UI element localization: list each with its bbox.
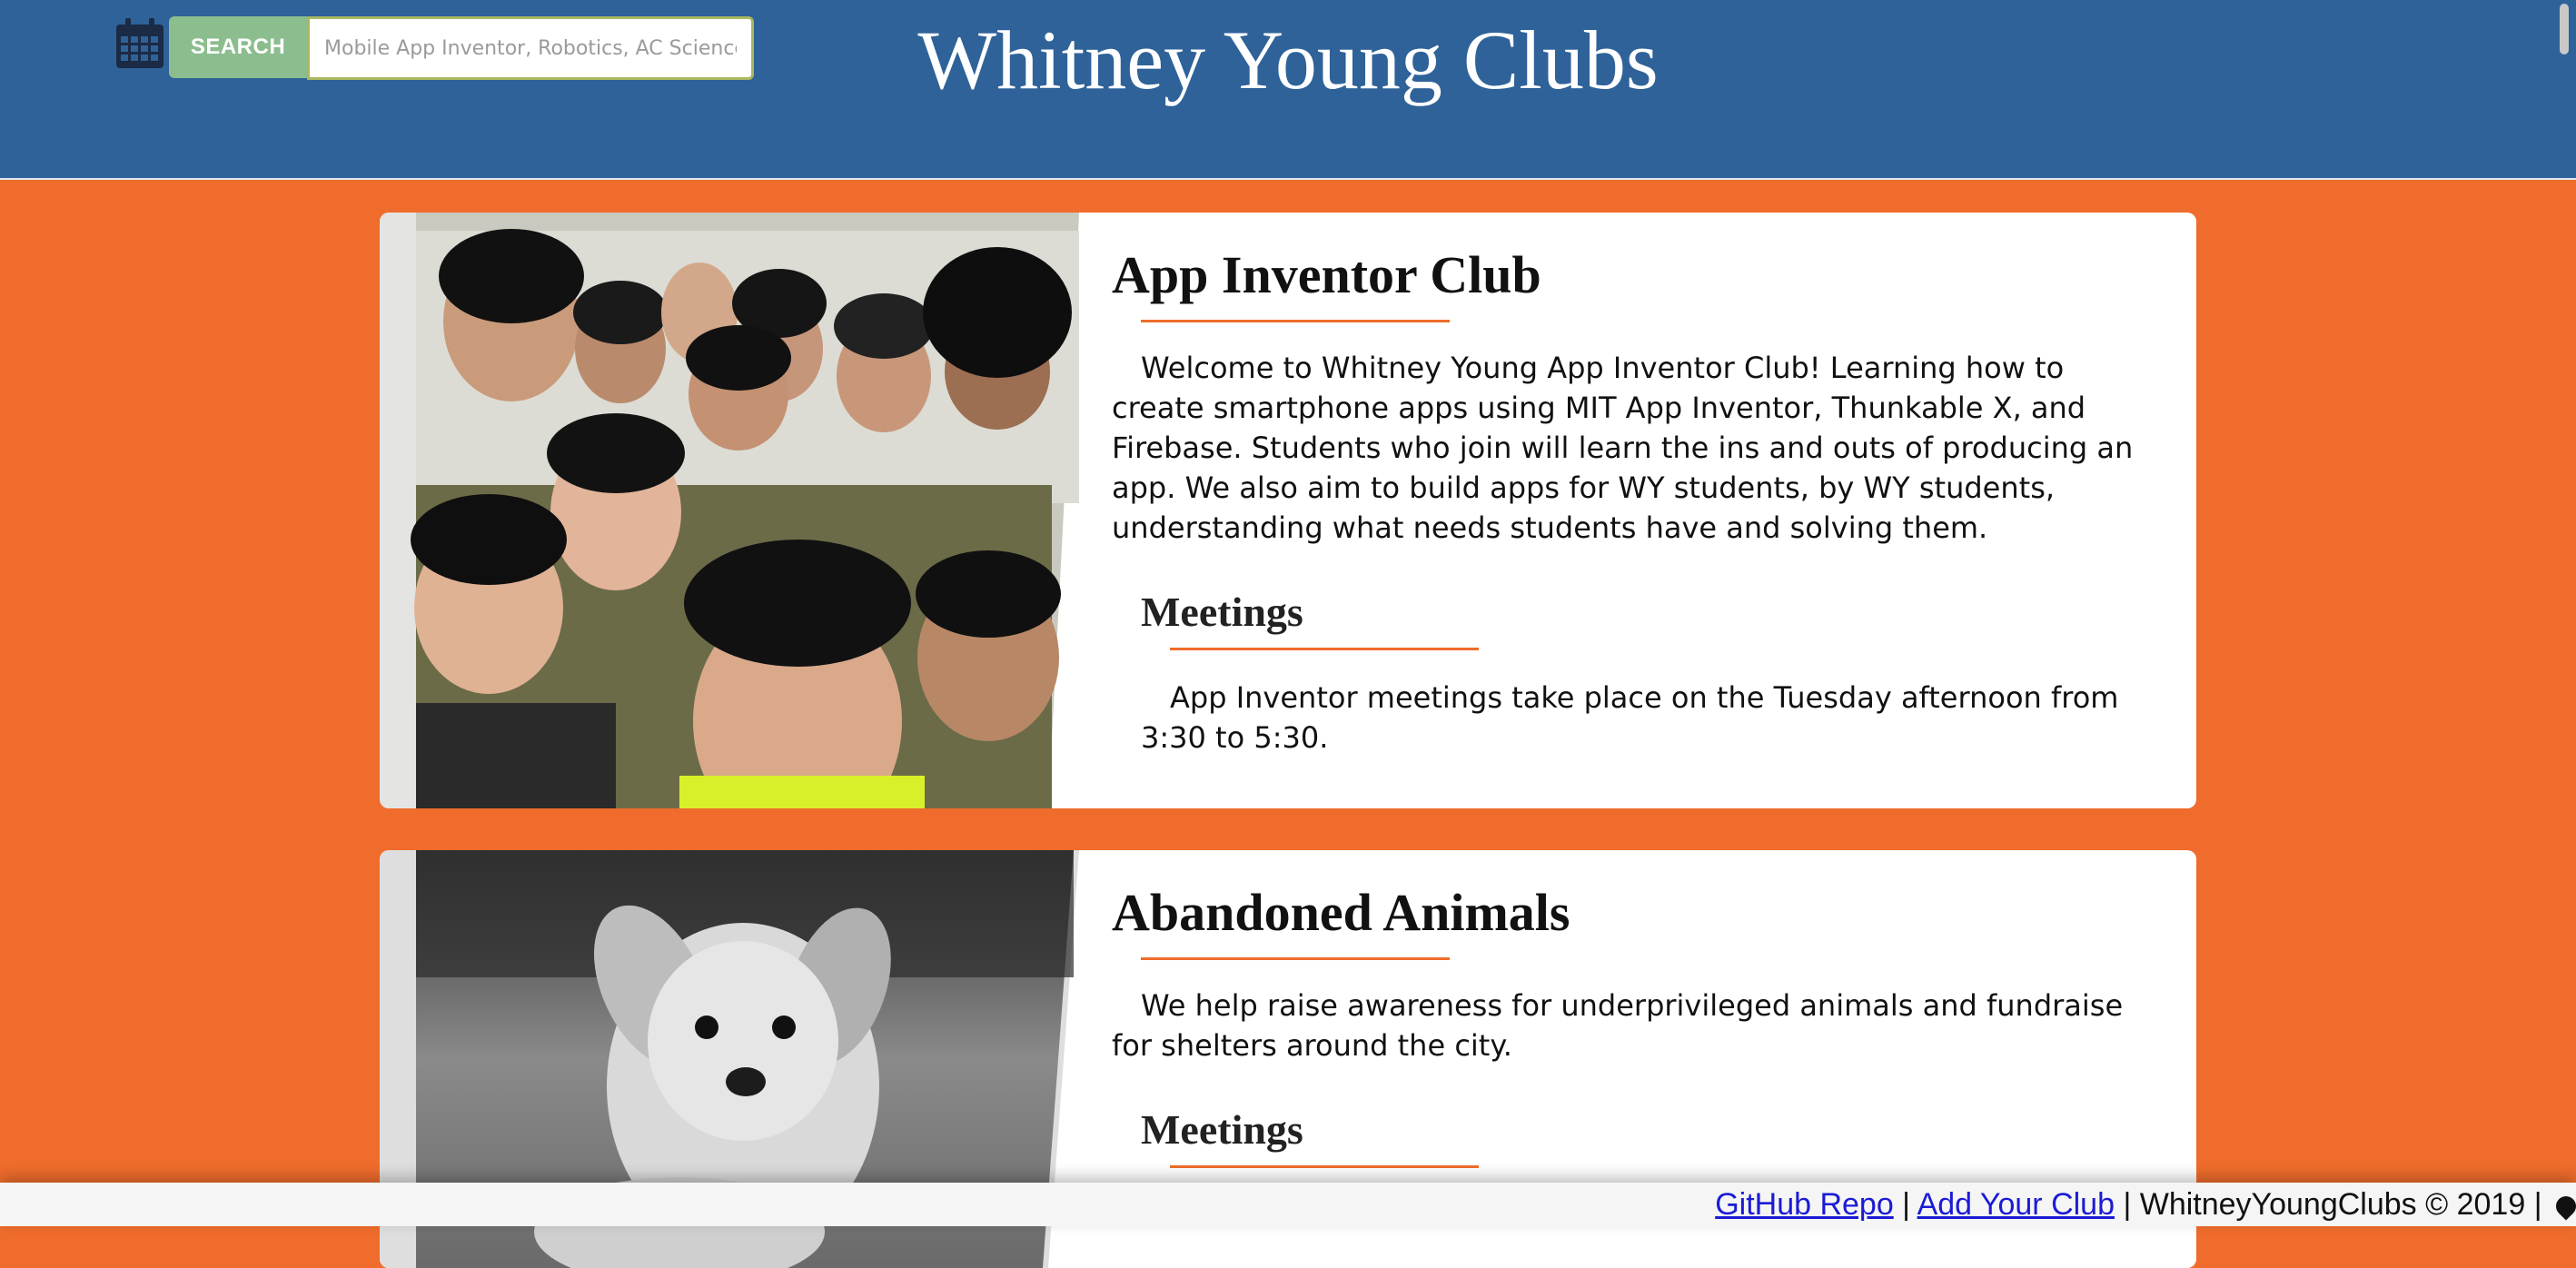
- scrollbar-thumb[interactable]: [2560, 4, 2569, 54]
- footer-separator: |: [2115, 1187, 2140, 1222]
- copyright-text: WhitneyYoungClubs © 2019: [2139, 1187, 2526, 1222]
- site-header: SEARCH Whitney Young Clubs: [0, 0, 2576, 180]
- footer-separator: |: [1893, 1187, 1917, 1222]
- add-club-link[interactable]: Add Your Club: [1917, 1187, 2115, 1222]
- meetings-heading: Meetings: [1141, 589, 1303, 635]
- title-divider: [1141, 320, 1450, 322]
- club-title: App Inventor Club: [1112, 245, 1541, 304]
- meetings-text: App Inventor meetings take place on the …: [1141, 680, 2119, 755]
- club-description: We help raise awareness for underprivile…: [1112, 988, 2124, 1063]
- club-description: Welcome to Whitney Young App Inventor Cl…: [1112, 351, 2134, 545]
- club-details: App Inventor Club Welcome to Whitney You…: [1112, 213, 2160, 758]
- github-repo-link[interactable]: GitHub Repo: [1715, 1187, 1894, 1222]
- footer: GitHub Repo | Add Your Club | WhitneyYou…: [0, 1183, 2576, 1226]
- club-title: Abandoned Animals: [1112, 883, 1570, 942]
- meetings-divider: [1170, 648, 1479, 650]
- page-title: Whitney Young Clubs: [917, 14, 1659, 106]
- title-divider: [1141, 957, 1450, 960]
- club-card[interactable]: App Inventor Club Welcome to Whitney You…: [380, 213, 2196, 808]
- club-details: Abandoned Animals We help raise awarenes…: [1112, 850, 2160, 1168]
- footer-separator: |: [2525, 1187, 2551, 1222]
- meetings-heading: Meetings: [1141, 1106, 1303, 1153]
- meetings-divider: [1170, 1165, 1479, 1168]
- heart-icon: [2551, 1192, 2576, 1221]
- footer-links: GitHub Repo | Add Your Club | WhitneyYou…: [1715, 1186, 2576, 1223]
- group-selfie-photo: [380, 213, 1079, 808]
